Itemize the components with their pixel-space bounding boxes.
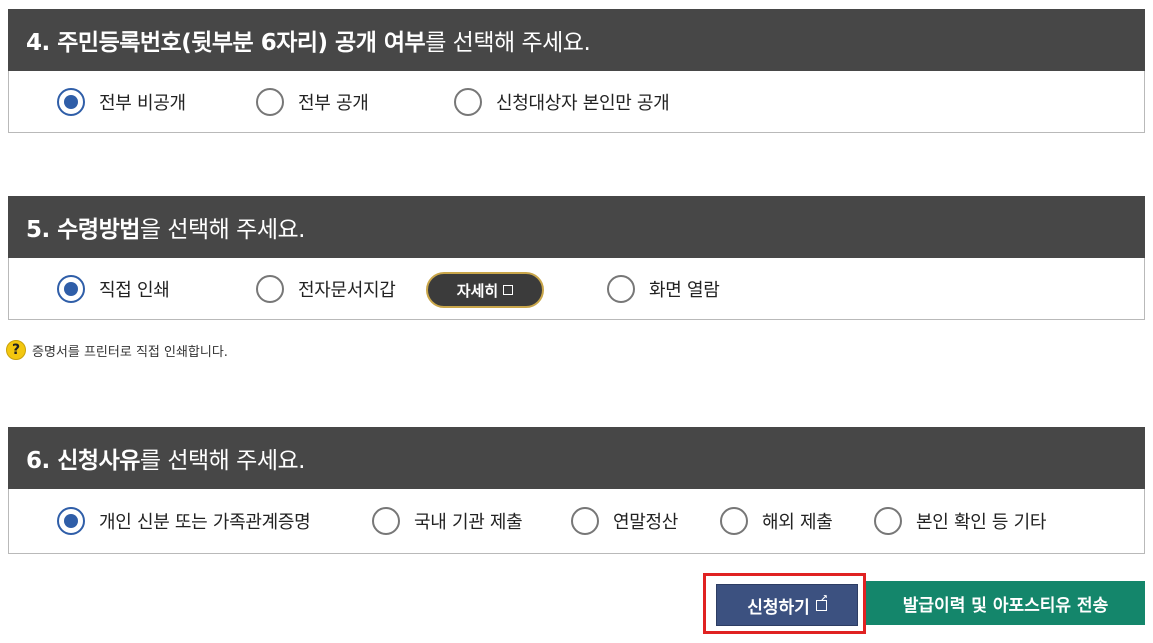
section-rrn-disclosure: 4. 주민등록번호(뒷부분 6자리) 공개 여부 를 선택해 주세요. 전부 비공…: [8, 9, 1145, 133]
radio-label: 화면 열람: [649, 279, 720, 301]
radio-button[interactable]: [454, 87, 482, 116]
radio-group-reason: 개인 신분 또는 가족관계증명 국내 기관 제출 연말정산 해외 제출 본인 확…: [8, 489, 1145, 554]
submit-button-label: 신청하기: [747, 597, 810, 618]
detail-button[interactable]: 자세히: [426, 272, 544, 308]
radio-group-receipt: 직접 인쇄 전자문서지갑 자세히 화면 열람: [8, 258, 1145, 320]
radio-option-family-relation[interactable]: 개인 신분 또는 가족관계증명: [57, 489, 311, 553]
external-link-icon: [503, 285, 514, 295]
section-title-rest: 을 선택해 주세요.: [139, 217, 306, 243]
radio-option-overseas[interactable]: 해외 제출: [720, 489, 833, 553]
radio-label: 국내 기관 제출: [414, 512, 523, 533]
radio-option-year-end-tax[interactable]: 연말정산: [571, 489, 678, 553]
question-icon: ?: [6, 340, 26, 360]
submit-button[interactable]: 신청하기: [716, 584, 858, 626]
radio-label: 해외 제출: [762, 512, 833, 533]
radio-option-all-private[interactable]: 전부 비공개: [57, 71, 186, 132]
radio-label: 본인 확인 등 기타: [916, 512, 1047, 533]
radio-button[interactable]: [874, 507, 902, 535]
radio-button[interactable]: [57, 507, 85, 535]
radio-button[interactable]: [372, 507, 400, 535]
radio-label: 개인 신분 또는 가족관계증명: [99, 512, 311, 533]
radio-option-direct-print[interactable]: 직접 인쇄: [57, 258, 170, 319]
radio-label: 연말정산: [613, 512, 679, 533]
help-note: ? 증명서를 프린터로 직접 인쇄합니다.: [6, 340, 228, 360]
section-header: 4. 주민등록번호(뒷부분 6자리) 공개 여부 를 선택해 주세요.: [8, 9, 1145, 71]
radio-label: 직접 인쇄: [99, 279, 170, 301]
section-title-bold: 6. 신청사유: [26, 448, 140, 474]
radio-button[interactable]: [571, 507, 599, 535]
radio-option-other[interactable]: 본인 확인 등 기타: [874, 489, 1046, 553]
radio-button[interactable]: [256, 274, 284, 303]
section-title-bold: 5. 수령방법: [26, 217, 140, 243]
radio-option-all-public[interactable]: 전부 공개: [256, 71, 369, 132]
radio-option-self-only[interactable]: 신청대상자 본인만 공개: [454, 71, 670, 132]
radio-option-e-wallet[interactable]: 전자문서지갑: [256, 258, 396, 319]
submit-highlight-box: 신청하기: [703, 573, 866, 634]
section-title-bold: 4. 주민등록번호(뒷부분 6자리) 공개 여부: [26, 30, 426, 56]
section-header: 5. 수령방법 을 선택해 주세요.: [8, 196, 1145, 258]
radio-label: 전부 비공개: [99, 92, 186, 114]
radio-button[interactable]: [57, 274, 85, 303]
radio-label: 신청대상자 본인만 공개: [496, 92, 670, 114]
radio-group-rrn: 전부 비공개 전부 공개 신청대상자 본인만 공개: [8, 71, 1145, 133]
external-link-icon: [815, 594, 828, 611]
radio-label: 전자문서지갑: [298, 279, 396, 301]
section-application-reason: 6. 신청사유 를 선택해 주세요. 개인 신분 또는 가족관계증명 국내 기관 …: [8, 427, 1145, 554]
radio-option-domestic-agency[interactable]: 국내 기관 제출: [372, 489, 523, 553]
section-title-rest: 를 선택해 주세요.: [139, 448, 306, 474]
radio-button[interactable]: [256, 87, 284, 116]
history-button-label: 발급이력 및 아포스티유 전송: [902, 595, 1109, 616]
section-receipt-method: 5. 수령방법 을 선택해 주세요. 직접 인쇄 전자문서지갑 자세히 화면 열람: [8, 196, 1145, 320]
section-header: 6. 신청사유 를 선택해 주세요.: [8, 427, 1145, 489]
radio-button[interactable]: [57, 87, 85, 116]
help-text: 증명서를 프린터로 직접 인쇄합니다.: [32, 344, 228, 360]
section-title-rest: 를 선택해 주세요.: [425, 30, 591, 56]
radio-button[interactable]: [607, 274, 635, 303]
detail-button-label: 자세히: [456, 281, 499, 300]
issuance-history-button[interactable]: 발급이력 및 아포스티유 전송: [866, 581, 1145, 625]
radio-label: 전부 공개: [298, 92, 369, 114]
radio-option-screen-view[interactable]: 화면 열람: [607, 258, 720, 319]
radio-button[interactable]: [720, 507, 748, 535]
